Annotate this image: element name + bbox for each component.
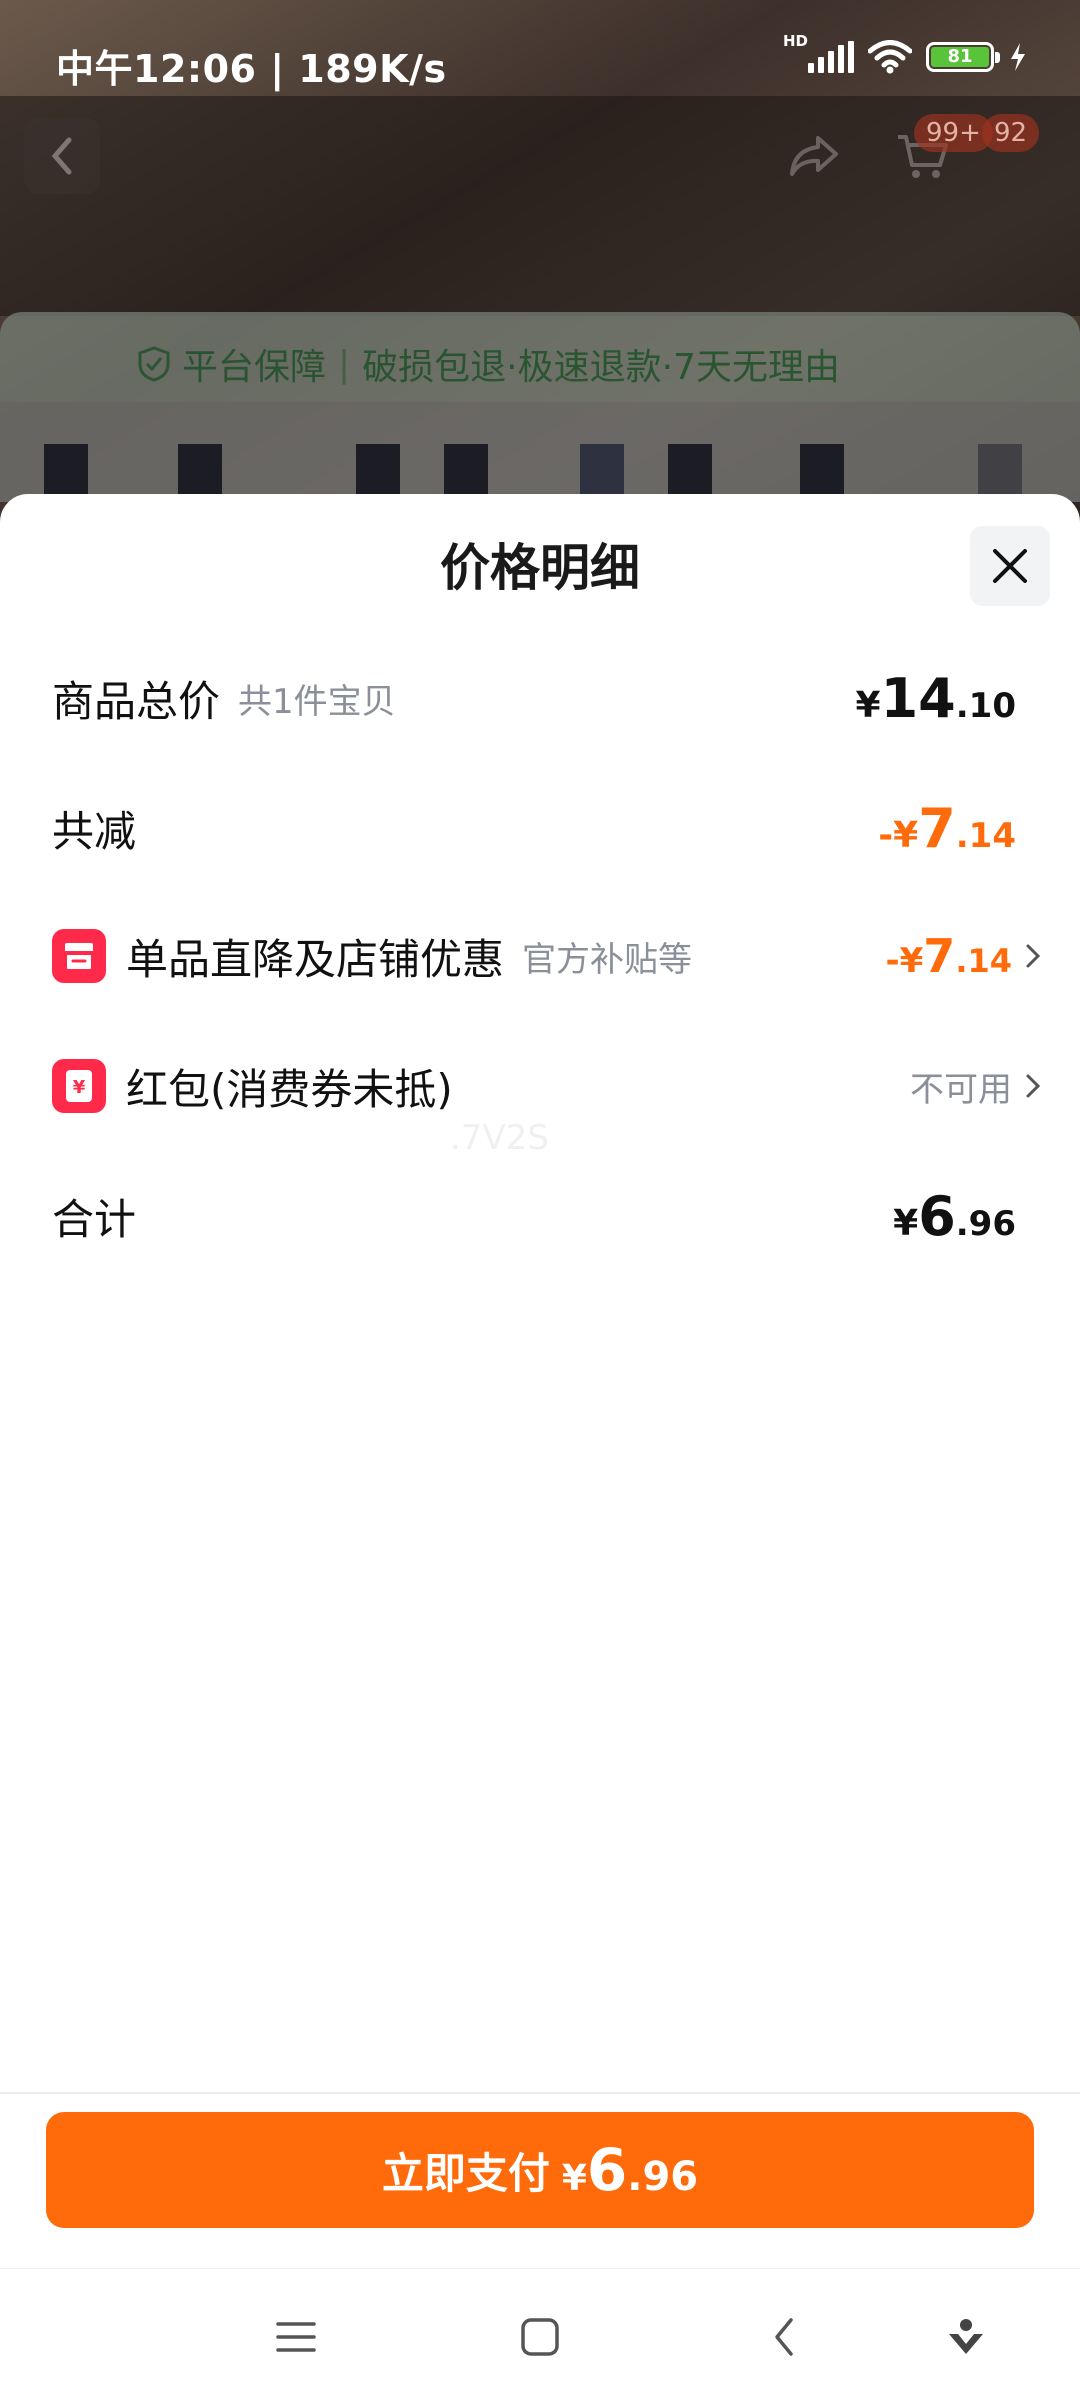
pay-now-button[interactable]: 立即支付 ¥6.96	[46, 2112, 1034, 2228]
row-red-packet[interactable]: ¥ 红包(消费券未抵) 不可用	[0, 1046, 1080, 1126]
product-page-background: 中午12:06 | 189K/s HD 81 99+ 92 平台保障 | 破损包…	[0, 0, 1080, 520]
goods-total-price: ¥14.10	[855, 666, 1016, 730]
pay-now-label: 立即支付	[381, 2148, 550, 2198]
back-nav-button[interactable]	[760, 2313, 808, 2361]
cart-button[interactable]: 99+	[884, 114, 993, 194]
battery-level: 81	[931, 47, 989, 67]
assistant-icon	[949, 2319, 983, 2354]
status-bar: 中午12:06 | 189K/s HD 81	[0, 0, 1080, 96]
sku-thumbnail-strip	[0, 402, 1080, 502]
red-packet-icon: ¥	[52, 1059, 106, 1113]
status-icons: HD 81	[783, 32, 1028, 74]
row-store-discount[interactable]: 单品直降及店铺优惠 官方补贴等 -¥ 7.14	[0, 916, 1080, 996]
guarantee-title: 平台保障	[182, 347, 327, 388]
sku-thumbnail[interactable]	[44, 444, 88, 496]
status-time: 中午12:06 | 189K/s	[56, 47, 447, 91]
chevron-right-icon	[1024, 941, 1042, 971]
store-icon	[52, 929, 106, 983]
watermark: .7V2S	[450, 1118, 549, 1158]
sku-thumbnail[interactable]	[978, 444, 1022, 496]
close-icon	[993, 549, 1027, 583]
platform-guarantee-bar: 平台保障 | 破损包退·极速退款·7天无理由	[0, 312, 1080, 402]
store-discount-label: 单品直降及店铺优惠	[126, 934, 505, 984]
guarantee-items: 破损包退·极速退款·7天无理由	[362, 347, 840, 388]
more-button[interactable]: 92	[982, 114, 1062, 194]
store-discount-price: -¥ 7.14	[885, 929, 1012, 983]
charging-icon	[1011, 43, 1025, 71]
chevron-right-icon	[1024, 1071, 1042, 1101]
system-navigation-bar	[0, 2268, 1080, 2400]
back-button[interactable]	[24, 118, 100, 194]
share-button[interactable]	[776, 118, 852, 194]
sku-thumbnail[interactable]	[580, 444, 624, 496]
footer-divider	[0, 2092, 1080, 2094]
total-discount-label: 共减	[52, 806, 137, 856]
store-discount-sub: 官方补贴等	[522, 939, 693, 980]
sku-thumbnail[interactable]	[800, 444, 844, 496]
menu-nav-button[interactable]	[272, 2313, 320, 2361]
shield-check-icon	[138, 346, 170, 382]
home-nav-button[interactable]	[516, 2313, 564, 2361]
share-icon	[790, 136, 838, 176]
guarantee-text: 平台保障 | 破损包退·极速退款·7天无理由	[138, 338, 840, 390]
assistant-nav-button[interactable]	[942, 2313, 990, 2361]
back-triangle-icon	[775, 2318, 793, 2356]
row-grand-total: 合计 ¥6.96	[0, 1176, 1080, 1256]
back-icon	[51, 137, 72, 175]
item-count: 共1件宝贝	[238, 681, 396, 722]
total-discount-price: -¥ 7.14	[878, 796, 1016, 860]
signal-icon	[808, 41, 854, 73]
sku-thumbnail[interactable]	[356, 444, 400, 496]
sheet-title: 价格明细	[440, 539, 640, 597]
pay-now-amount: ¥6.96	[561, 2136, 699, 2204]
close-button[interactable]	[970, 526, 1050, 606]
sku-thumbnail[interactable]	[178, 444, 222, 496]
row-total-discount: 共减 -¥ 7.14	[0, 788, 1080, 868]
svg-text:¥: ¥	[73, 1077, 86, 1098]
message-badge: 92	[982, 114, 1040, 152]
red-packet-status: 不可用	[910, 1069, 1012, 1110]
menu-icon	[276, 2322, 316, 2352]
sku-thumbnail[interactable]	[444, 444, 488, 496]
battery-icon: 81	[926, 42, 1000, 72]
hd-indicator: HD	[782, 32, 808, 50]
grand-total-price: ¥6.96	[893, 1184, 1016, 1248]
grand-total-label: 合计	[52, 1194, 137, 1244]
row-goods-total: 商品总价 共1件宝贝 ¥14.10	[0, 658, 1080, 738]
red-packet-label: 红包(消费券未抵)	[126, 1064, 453, 1114]
home-square-icon	[521, 2318, 559, 2356]
goods-total-label: 商品总价	[52, 676, 221, 726]
sku-thumbnail[interactable]	[668, 444, 712, 496]
wifi-icon	[868, 40, 912, 74]
